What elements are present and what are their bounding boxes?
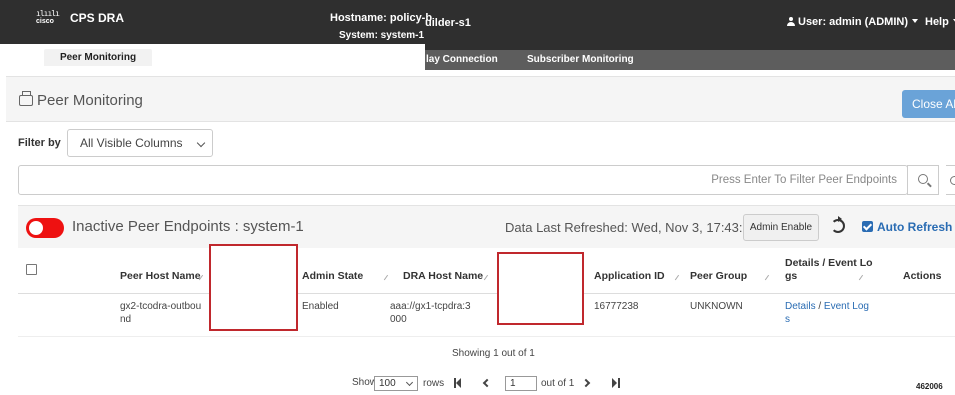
tab-binding-monitoring[interactable]: Binding Monitoring (174, 48, 266, 65)
resize-handle-icon[interactable] (483, 274, 493, 284)
column-header-peer-group[interactable]: Peer Group (690, 270, 747, 282)
hostname-label: Hostname: policy-b (330, 12, 433, 24)
page-number-input[interactable]: 1 (505, 376, 537, 391)
auto-refresh-label: Auto Refresh (877, 220, 953, 234)
search-button[interactable] (907, 165, 939, 195)
resize-handle-icon[interactable] (858, 274, 868, 284)
refresh-icon[interactable] (831, 216, 845, 233)
resize-handle-icon[interactable] (764, 274, 774, 284)
cell-details-links: Details / Event Log (785, 300, 869, 313)
inactive-endpoints-toggle[interactable] (26, 218, 64, 238)
last-refreshed-text: Data Last Refreshed: Wed, Nov 3, 17:43:2… (505, 220, 751, 235)
checkbox-checked-icon (862, 221, 873, 232)
figure-id: 462006 (916, 382, 943, 391)
search-placeholder: Press Enter To Filter Peer Endpoints (711, 174, 897, 186)
page-header-panel (6, 76, 955, 122)
user-menu[interactable]: User: admin (ADMIN) (787, 16, 919, 28)
event-logs-link-continued[interactable]: s (785, 313, 790, 326)
inactive-endpoints-label: Inactive Peer Endpoints : system-1 (72, 218, 304, 235)
chevron-down-icon (405, 378, 414, 387)
tab-slf-bindings[interactable]: SLF Bindings (303, 48, 367, 65)
cell-peer-host-name-line2: nd (120, 314, 132, 325)
tab-relay-connection[interactable]: lay Connection (426, 50, 498, 70)
page-size-select[interactable]: 100 (374, 376, 418, 391)
user-icon (787, 17, 795, 26)
hostname-label-continued: uilder-s1 (425, 17, 471, 29)
cell-peer-group: UNKNOWN (690, 301, 743, 312)
chevron-down-icon (912, 19, 919, 23)
cell-dra-host-name-line2: 000 (390, 314, 407, 325)
column-header-details-line1[interactable]: Details / Event Lo (785, 257, 873, 269)
cisco-logo: ılıılı cisco (36, 10, 66, 26)
link-separator: / (815, 301, 824, 312)
cell-admin-state: Enabled (302, 301, 339, 312)
redaction-box (497, 252, 584, 325)
last-page-icon[interactable] (612, 378, 620, 388)
rows-label: rows (423, 378, 445, 389)
tab-subscriber-monitoring[interactable]: Subscriber Monitoring (527, 50, 634, 70)
page-size-value: 100 (379, 378, 396, 389)
app-root: ılıılı cisco CPS DRA Hostname: policy-b … (0, 0, 955, 395)
cell-application-id: 16777238 (594, 301, 639, 312)
tab-relay-connection-prefix[interactable]: Re (412, 48, 425, 65)
column-header-admin-state[interactable]: Admin State (302, 270, 363, 282)
column-header-peer-host-name[interactable]: Peer Host Name (120, 270, 201, 282)
close-all-button[interactable]: Close All (902, 90, 955, 118)
filter-label: Filter by (18, 137, 61, 149)
table-row-divider (18, 336, 955, 337)
help-menu[interactable]: Help (925, 16, 955, 28)
showing-count: Showing 1 out of 1 (452, 348, 535, 359)
column-header-application-id[interactable]: Application ID (594, 270, 665, 282)
page-total-label: out of 1 (541, 378, 575, 389)
tab-peer-monitoring[interactable]: Peer Monitoring (44, 49, 152, 66)
system-label: System: system-1 (339, 30, 425, 41)
cisco-logo-bars-icon: ılıılı (36, 9, 60, 18)
app-title: CPS DRA (70, 11, 125, 25)
cell-dra-host-name-line1: aaa://gx1-tcpdra:3 (390, 301, 471, 312)
page-title: Peer Monitoring (19, 91, 143, 109)
chevron-down-icon (196, 138, 206, 148)
redaction-box (209, 244, 298, 331)
cisco-logo-text: cisco (36, 18, 54, 25)
previous-page-icon[interactable] (482, 378, 492, 388)
search-icon (918, 174, 928, 184)
cell-peer-host-name-line1: gx2-tcodra-outbou (120, 301, 202, 312)
column-header-dra-host-name[interactable]: DRA Host Name (403, 270, 483, 282)
first-page-icon[interactable] (454, 378, 462, 388)
page-title-text: Peer Monitoring (37, 92, 143, 109)
filter-column-select[interactable]: All Visible Columns (67, 129, 213, 157)
peer-endpoint-search-input[interactable]: Press Enter To Filter Peer Endpoints (18, 165, 908, 195)
select-all-checkbox[interactable] (26, 264, 37, 275)
resize-handle-icon[interactable] (674, 274, 684, 284)
auto-refresh-checkbox[interactable]: Auto Refresh (862, 220, 952, 234)
user-menu-label: User: admin (ADMIN) (798, 16, 909, 28)
details-link[interactable]: Details (785, 301, 816, 312)
resize-handle-icon[interactable] (383, 274, 393, 284)
tab-strip-extension (425, 50, 955, 70)
filter-column-select-value: All Visible Columns (80, 136, 183, 150)
column-settings-button[interactable] (946, 165, 955, 195)
table-header-divider (18, 293, 955, 294)
column-header-details-line2[interactable]: gs (785, 270, 797, 282)
print-icon[interactable] (19, 91, 33, 106)
admin-enable-button[interactable]: Admin Enable (743, 214, 819, 241)
column-header-actions: Actions (903, 270, 942, 282)
help-menu-label: Help (925, 16, 949, 28)
next-page-icon[interactable] (581, 378, 591, 388)
settings-icon (950, 176, 955, 185)
event-logs-link[interactable]: Event Log (824, 301, 869, 312)
